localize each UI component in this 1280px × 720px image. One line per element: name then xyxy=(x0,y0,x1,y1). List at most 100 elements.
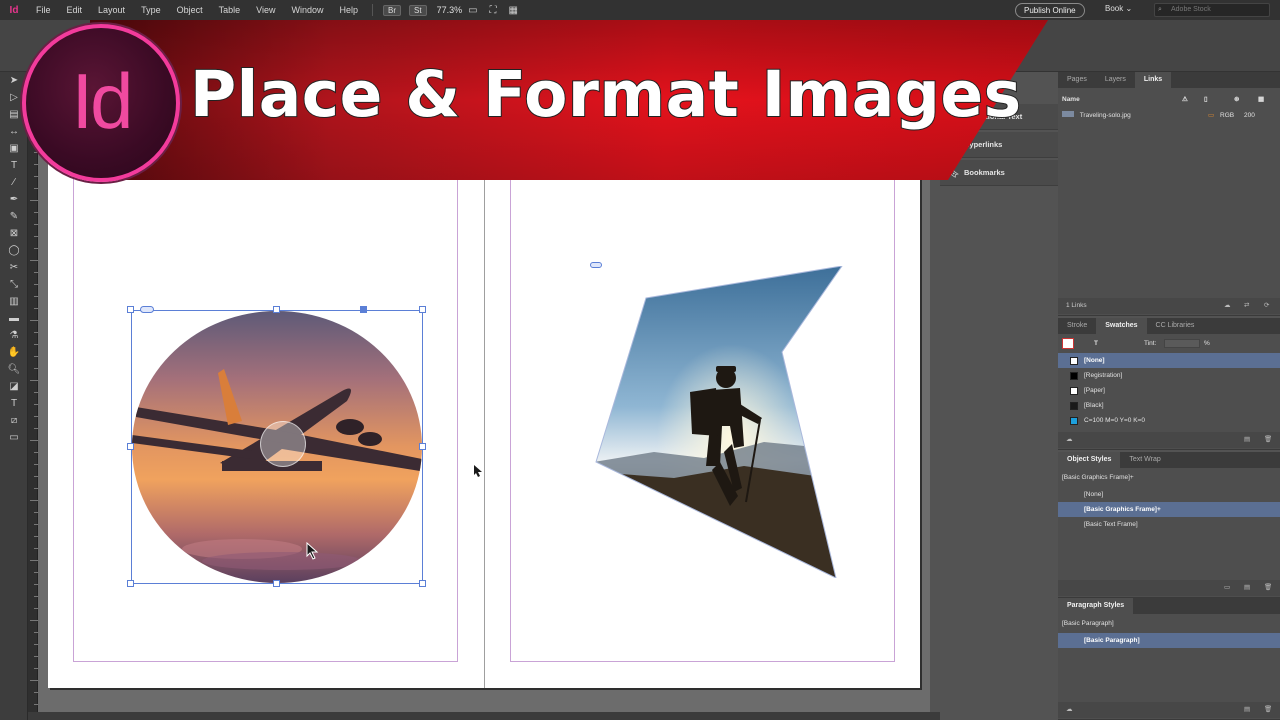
menu-object[interactable]: Object xyxy=(169,5,211,15)
cc-library-icon[interactable]: ☁ xyxy=(1066,702,1073,718)
zoom-tool-icon[interactable]: 🔍︎ xyxy=(0,361,28,378)
tint-input[interactable] xyxy=(1164,339,1200,348)
page-tool-icon[interactable]: ▤ xyxy=(0,106,28,123)
menu-view[interactable]: View xyxy=(248,5,283,15)
paragraph-style-item[interactable]: [Basic Paragraph] xyxy=(1058,633,1280,648)
bookmarks-panel-button[interactable]: 🔖︎ Bookmarks xyxy=(940,160,1058,186)
hiker-image[interactable] xyxy=(594,265,844,579)
direct-selection-tool-icon[interactable]: ▷ xyxy=(0,89,28,106)
rectangle-frame-tool-icon[interactable]: ⊠ xyxy=(0,225,28,242)
relink-icon[interactable]: ⇄ xyxy=(1244,298,1249,314)
menu-table[interactable]: Table xyxy=(211,5,249,15)
ellipse-tool-icon[interactable]: ◯ xyxy=(0,242,28,259)
swatch-row[interactable]: [Registration] xyxy=(1058,368,1280,383)
workspace-switcher[interactable]: Book ⌄ xyxy=(1105,4,1132,13)
fill-stroke-icon[interactable]: ◪ xyxy=(0,378,28,395)
colorspace-column-icon[interactable]: ⊛ xyxy=(1234,92,1239,107)
hand-tool-icon[interactable]: ✋ xyxy=(0,344,28,361)
menu-layout[interactable]: Layout xyxy=(90,5,133,15)
tab-text-wrap[interactable]: Text Wrap xyxy=(1120,452,1169,468)
publish-online-button[interactable]: Publish Online xyxy=(1015,3,1085,18)
menu-help[interactable]: Help xyxy=(331,5,366,15)
cc-link-icon[interactable]: ☁ xyxy=(1224,298,1231,314)
warning-column-icon[interactable]: ⚠ xyxy=(1182,92,1188,107)
link-row[interactable]: Traveling-solo.jpg ▭ RGB 200 xyxy=(1058,108,1280,123)
selection-tool-icon[interactable]: ➤ xyxy=(0,72,28,89)
formatting-affects-icon[interactable]: T xyxy=(0,395,28,412)
object-styles-panel: Object Styles Text Wrap [Basic Graphics … xyxy=(1058,452,1280,598)
delete-style-icon[interactable]: 🗑︎ xyxy=(1264,580,1272,596)
line-tool-icon[interactable]: ∕ xyxy=(0,174,28,191)
new-style-icon[interactable]: ▤ xyxy=(1244,580,1250,596)
tab-swatches[interactable]: Swatches xyxy=(1096,318,1147,334)
links-column-header[interactable]: Name ⚠ ▯ ⊛ ▦ xyxy=(1058,92,1280,107)
screen-mode-tool-icon[interactable]: ▭ xyxy=(0,429,28,446)
type-tool-icon[interactable]: T xyxy=(0,157,28,174)
apply-none-icon[interactable]: ⧄ xyxy=(0,412,28,429)
airplane-graphic-frame[interactable] xyxy=(127,306,426,587)
menu-file[interactable]: File xyxy=(28,5,59,15)
bridge-button[interactable]: Br xyxy=(383,4,401,16)
object-style-item[interactable]: [Basic Graphics Frame]+ xyxy=(1058,502,1280,517)
text-formatting-icon[interactable]: T xyxy=(1094,336,1098,351)
stock-button[interactable]: St xyxy=(409,4,427,16)
tab-links[interactable]: Links xyxy=(1134,72,1172,88)
content-collector-icon[interactable]: ▣ xyxy=(0,140,28,157)
pen-tool-icon[interactable]: ✒ xyxy=(0,191,28,208)
screen-mode-icon[interactable]: ⛶ xyxy=(490,5,497,16)
resize-handle-bottom[interactable] xyxy=(273,580,280,587)
swatch-row[interactable]: C=100 M=0 Y=0 K=0 xyxy=(1058,413,1280,428)
swatch-row[interactable]: [Paper] xyxy=(1058,383,1280,398)
object-style-item[interactable]: [None] xyxy=(1058,487,1280,502)
eyedropper-tool-icon[interactable]: ⚗ xyxy=(0,327,28,344)
hiker-graphic-frame[interactable] xyxy=(594,265,844,579)
ppi-column-icon[interactable]: ▦ xyxy=(1258,92,1264,107)
resize-handle-top[interactable] xyxy=(273,306,280,313)
resize-handle-top-left[interactable] xyxy=(127,306,134,313)
folder-icon[interactable]: ▭ xyxy=(1224,580,1230,596)
object-styles-panel-tabs: Object Styles Text Wrap xyxy=(1058,452,1280,468)
resize-handle-top-right[interactable] xyxy=(419,306,426,313)
link-file-name: Traveling-solo.jpg xyxy=(1079,112,1131,119)
resize-handle-bottom-left[interactable] xyxy=(127,580,134,587)
links-count: 1 Links xyxy=(1066,302,1087,309)
menu-window[interactable]: Window xyxy=(283,5,331,15)
tab-pages[interactable]: Pages xyxy=(1058,72,1096,88)
corner-options-handle[interactable] xyxy=(360,306,367,313)
scissors-tool-icon[interactable]: ✂ xyxy=(0,259,28,276)
free-transform-tool-icon[interactable]: ⤡ xyxy=(0,276,28,293)
new-swatch-icon[interactable]: ▤ xyxy=(1244,432,1250,448)
tab-cc-libraries[interactable]: CC Libraries xyxy=(1147,318,1204,334)
swatch-label: C=100 M=0 Y=0 K=0 xyxy=(1084,417,1145,424)
fill-stroke-swatch-icon[interactable] xyxy=(1062,338,1074,349)
menu-edit[interactable]: Edit xyxy=(59,5,91,15)
swatch-row[interactable]: [None] xyxy=(1058,353,1280,368)
resize-handle-right[interactable] xyxy=(419,443,426,450)
gap-tool-icon[interactable]: ↔ xyxy=(0,123,28,140)
stock-search-input[interactable]: ⌕ Adobe Stock xyxy=(1154,3,1270,17)
new-style-icon[interactable]: ▤ xyxy=(1244,702,1250,718)
delete-swatch-icon[interactable]: 🗑︎ xyxy=(1264,432,1272,448)
swatch-row[interactable]: [Black] xyxy=(1058,398,1280,413)
object-style-item[interactable]: [Basic Text Frame] xyxy=(1058,517,1280,532)
tab-layers[interactable]: Layers xyxy=(1096,72,1135,88)
zoom-level[interactable]: 77.3% xyxy=(437,5,463,15)
conditional-text-panel-button[interactable]: ▤ Conditional Text xyxy=(940,104,1058,130)
menu-type[interactable]: Type xyxy=(133,5,169,15)
resize-handle-left[interactable] xyxy=(127,443,134,450)
cc-library-icon[interactable]: ☁ xyxy=(1066,432,1073,448)
link-badge-icon[interactable] xyxy=(140,306,154,313)
tab-stroke[interactable]: Stroke xyxy=(1058,318,1096,334)
update-link-icon[interactable]: ⟳ xyxy=(1264,298,1269,314)
arrange-documents-icon[interactable]: ▦ xyxy=(509,5,518,16)
delete-style-icon[interactable]: 🗑︎ xyxy=(1264,702,1272,718)
pencil-tool-icon[interactable]: ✎ xyxy=(0,208,28,225)
resize-handle-bottom-right[interactable] xyxy=(419,580,426,587)
tab-object-styles[interactable]: Object Styles xyxy=(1058,452,1121,468)
hyperlinks-panel-button[interactable]: ∞ Hyperlinks xyxy=(940,132,1058,158)
page-column-icon[interactable]: ▯ xyxy=(1204,92,1208,107)
note-tool-icon[interactable]: ▬ xyxy=(0,310,28,327)
tab-paragraph-styles[interactable]: Paragraph Styles xyxy=(1058,598,1134,614)
gradient-tool-icon[interactable]: ▥ xyxy=(0,293,28,310)
view-options-icon[interactable]: ▭ xyxy=(468,5,477,16)
